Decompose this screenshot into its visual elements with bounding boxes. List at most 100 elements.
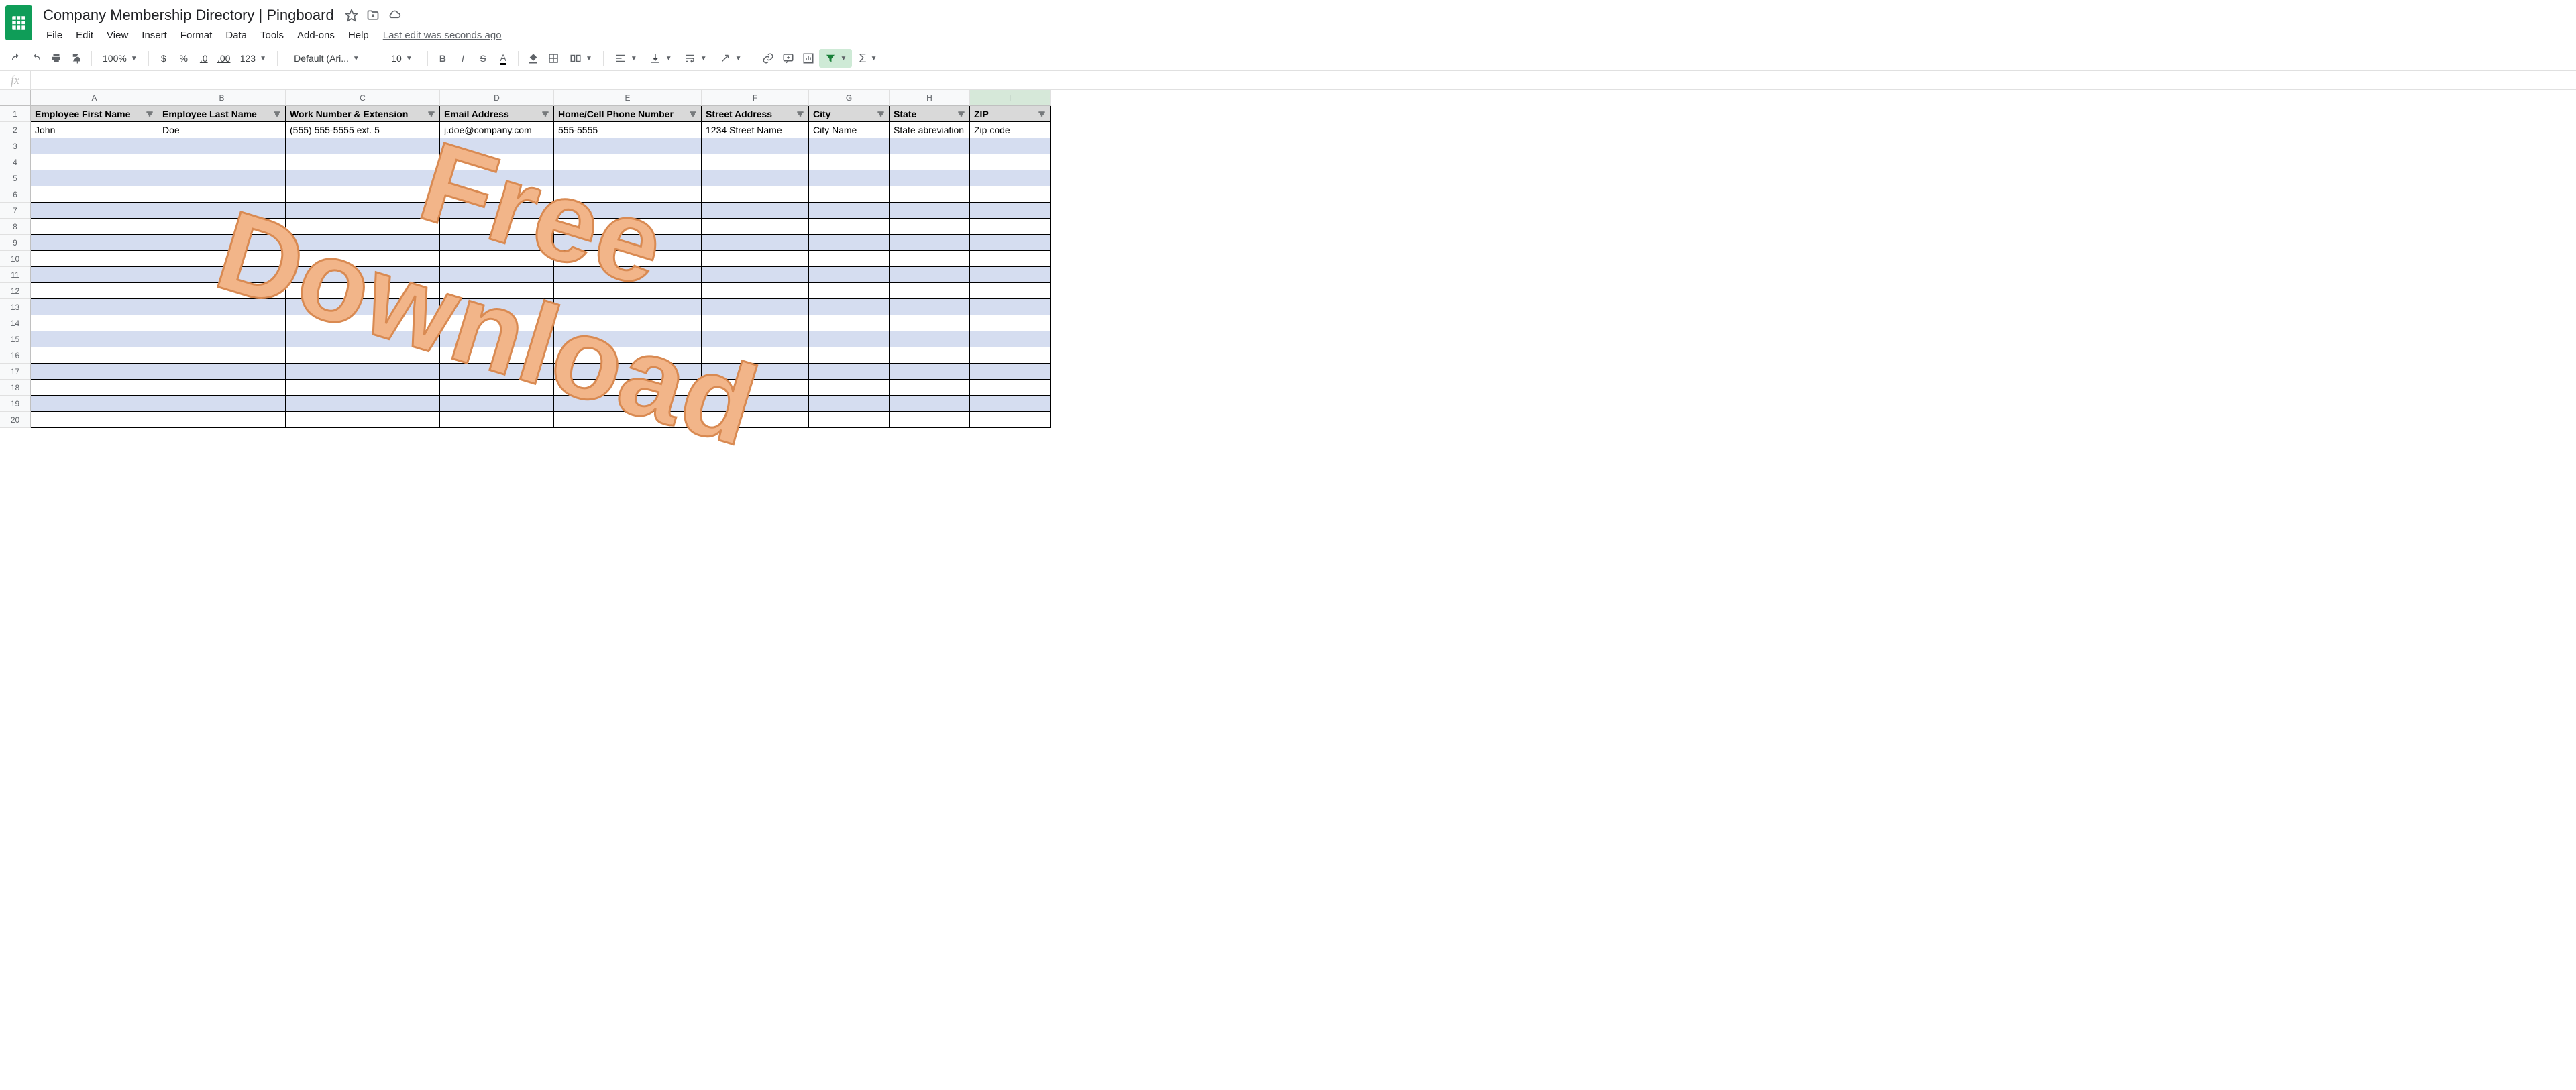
cell-G7[interactable] — [809, 203, 890, 219]
cell-A17[interactable] — [31, 364, 158, 380]
cell-G1[interactable]: City — [809, 106, 890, 122]
star-icon[interactable] — [345, 9, 358, 22]
cell-I4[interactable] — [970, 154, 1051, 170]
cell-I13[interactable] — [970, 299, 1051, 315]
last-edit-link[interactable]: Last edit was seconds ago — [383, 30, 502, 41]
cell-G10[interactable] — [809, 251, 890, 267]
cell-D2[interactable]: j.doe@company.com — [440, 122, 554, 138]
cell-I8[interactable] — [970, 219, 1051, 235]
print-button[interactable] — [47, 49, 66, 68]
filter-icon[interactable] — [875, 109, 886, 119]
row-header-2[interactable]: 2 — [0, 122, 31, 138]
cell-E1[interactable]: Home/Cell Phone Number — [554, 106, 702, 122]
cell-C5[interactable] — [286, 170, 440, 186]
number-format-dropdown[interactable]: 123▼ — [235, 49, 272, 68]
cell-A14[interactable] — [31, 315, 158, 331]
filter-icon[interactable] — [144, 109, 155, 119]
cell-I20[interactable] — [970, 412, 1051, 428]
cell-E12[interactable] — [554, 283, 702, 299]
cell-I15[interactable] — [970, 331, 1051, 347]
cell-C17[interactable] — [286, 364, 440, 380]
cell-F4[interactable] — [702, 154, 809, 170]
cell-H3[interactable] — [890, 138, 970, 154]
cell-F8[interactable] — [702, 219, 809, 235]
row-header-1[interactable]: 1 — [0, 106, 31, 122]
row-header-7[interactable]: 7 — [0, 203, 31, 219]
cell-D1[interactable]: Email Address — [440, 106, 554, 122]
cell-E11[interactable] — [554, 267, 702, 283]
row-header-19[interactable]: 19 — [0, 396, 31, 412]
row-header-8[interactable]: 8 — [0, 219, 31, 235]
cell-C11[interactable] — [286, 267, 440, 283]
cell-G17[interactable] — [809, 364, 890, 380]
cell-C6[interactable] — [286, 186, 440, 203]
cell-H17[interactable] — [890, 364, 970, 380]
cell-H18[interactable] — [890, 380, 970, 396]
cell-I18[interactable] — [970, 380, 1051, 396]
cell-I2[interactable]: Zip code — [970, 122, 1051, 138]
cell-G18[interactable] — [809, 380, 890, 396]
decrease-decimal-button[interactable]: .0 — [195, 49, 213, 68]
cell-H2[interactable]: State abreviation — [890, 122, 970, 138]
cell-H9[interactable] — [890, 235, 970, 251]
cell-E10[interactable] — [554, 251, 702, 267]
cell-H14[interactable] — [890, 315, 970, 331]
cell-C12[interactable] — [286, 283, 440, 299]
cloud-status-icon[interactable] — [388, 9, 401, 22]
cell-E19[interactable] — [554, 396, 702, 412]
cell-F19[interactable] — [702, 396, 809, 412]
sheets-logo[interactable] — [5, 5, 32, 40]
cell-C20[interactable] — [286, 412, 440, 428]
cell-D13[interactable] — [440, 299, 554, 315]
cell-I19[interactable] — [970, 396, 1051, 412]
cell-D3[interactable] — [440, 138, 554, 154]
cell-A5[interactable] — [31, 170, 158, 186]
filter-button[interactable]: ▼ — [819, 49, 853, 68]
cell-G5[interactable] — [809, 170, 890, 186]
merge-cells-button[interactable]: ▼ — [564, 49, 598, 68]
cell-H6[interactable] — [890, 186, 970, 203]
cell-H13[interactable] — [890, 299, 970, 315]
font-dropdown[interactable]: Default (Ari...▼ — [283, 49, 370, 68]
cell-I7[interactable] — [970, 203, 1051, 219]
cell-B7[interactable] — [158, 203, 286, 219]
bold-button[interactable]: B — [433, 49, 452, 68]
cell-E17[interactable] — [554, 364, 702, 380]
cell-D8[interactable] — [440, 219, 554, 235]
insert-comment-button[interactable] — [779, 49, 798, 68]
cell-C15[interactable] — [286, 331, 440, 347]
fill-color-button[interactable] — [524, 49, 543, 68]
cell-D12[interactable] — [440, 283, 554, 299]
cell-E15[interactable] — [554, 331, 702, 347]
cell-C13[interactable] — [286, 299, 440, 315]
cell-D9[interactable] — [440, 235, 554, 251]
menu-insert[interactable]: Insert — [136, 27, 173, 44]
cell-D11[interactable] — [440, 267, 554, 283]
cell-E2[interactable]: 555-5555 — [554, 122, 702, 138]
cell-H1[interactable]: State — [890, 106, 970, 122]
cell-F3[interactable] — [702, 138, 809, 154]
cell-E4[interactable] — [554, 154, 702, 170]
cell-F13[interactable] — [702, 299, 809, 315]
row-header-12[interactable]: 12 — [0, 283, 31, 299]
cell-C8[interactable] — [286, 219, 440, 235]
cell-D4[interactable] — [440, 154, 554, 170]
cell-B20[interactable] — [158, 412, 286, 428]
cell-C3[interactable] — [286, 138, 440, 154]
cell-C7[interactable] — [286, 203, 440, 219]
row-header-3[interactable]: 3 — [0, 138, 31, 154]
cell-H16[interactable] — [890, 347, 970, 364]
filter-icon[interactable] — [272, 109, 282, 119]
cell-B2[interactable]: Doe — [158, 122, 286, 138]
cell-B17[interactable] — [158, 364, 286, 380]
italic-button[interactable]: I — [453, 49, 472, 68]
cell-A15[interactable] — [31, 331, 158, 347]
cell-E18[interactable] — [554, 380, 702, 396]
cell-A10[interactable] — [31, 251, 158, 267]
cell-B18[interactable] — [158, 380, 286, 396]
filter-icon[interactable] — [688, 109, 698, 119]
menu-data[interactable]: Data — [219, 27, 253, 44]
cell-D7[interactable] — [440, 203, 554, 219]
filter-icon[interactable] — [795, 109, 806, 119]
cell-A20[interactable] — [31, 412, 158, 428]
